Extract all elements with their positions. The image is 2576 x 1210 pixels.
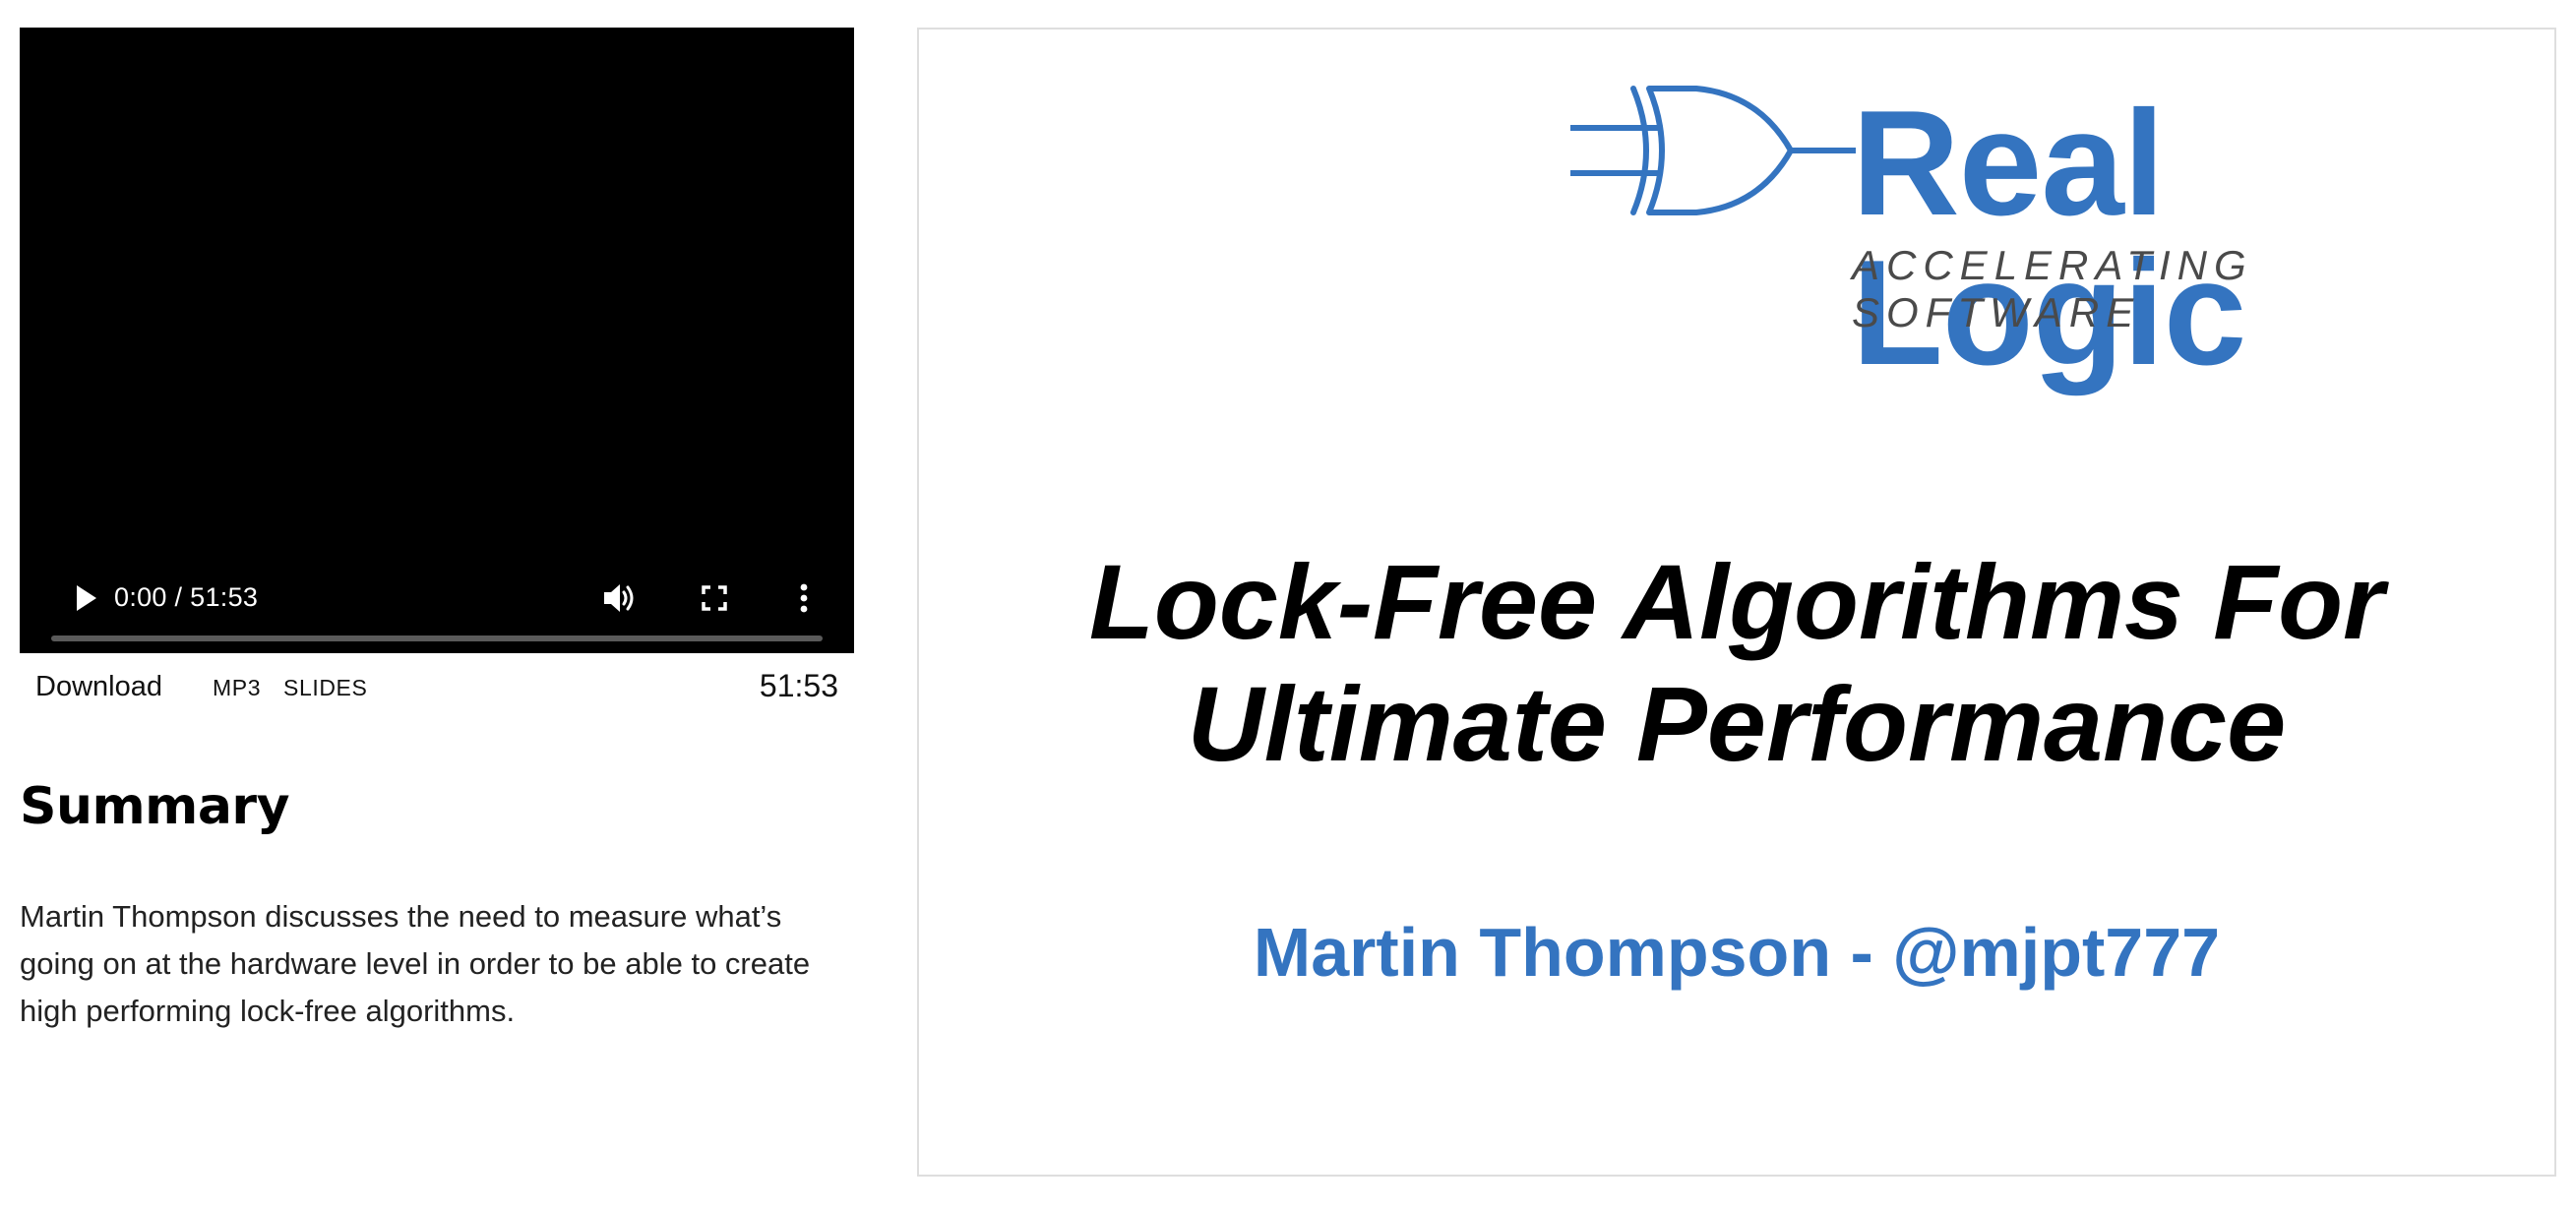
download-slides-link[interactable]: SLIDES [283,675,367,701]
fullscreen-icon [702,585,727,611]
summary-text: Martin Thompson discusses the need to me… [20,899,811,1028]
more-options-button[interactable] [789,576,819,620]
download-mp3-link[interactable]: MP3 [213,675,261,701]
fullscreen-button[interactable] [693,576,736,620]
logo-wordmark: Real Logic [1852,80,2246,396]
slide-author: Martin Thompson - @mjpt777 [1253,914,2221,991]
progress-bar[interactable] [51,635,823,641]
play-icon [77,585,96,611]
duration-label: 51:53 [759,668,838,703]
download-button[interactable]: Download [35,671,162,703]
logo-gate-icon [1570,86,1856,215]
summary-heading: Summary [20,777,289,836]
logo-tagline: ACCELERATING SOFTWARE [1852,242,2253,335]
time-display: 0:00 / 51:53 [114,582,259,612]
download-bar: Download MP3 SLIDES 51:53 [20,653,854,720]
slide-title-line: Lock-Free Algorithms For [1088,542,2385,661]
more-vertical-icon [800,583,808,613]
slide-preview[interactable]: Real Logic ACCELERATING SOFTWARE Lock-Fr… [917,28,2556,1177]
video-controls: 0:00 / 51:53 [20,545,854,653]
play-button[interactable] [67,578,106,618]
video-player[interactable]: 0:00 / 51:53 [20,28,854,653]
slide-title: Lock-Free Algorithms For Ultimate Perfor… [919,541,2554,785]
volume-button[interactable] [596,576,644,620]
volume-icon [604,584,634,612]
slide-title-line: Ultimate Performance [1187,664,2287,783]
